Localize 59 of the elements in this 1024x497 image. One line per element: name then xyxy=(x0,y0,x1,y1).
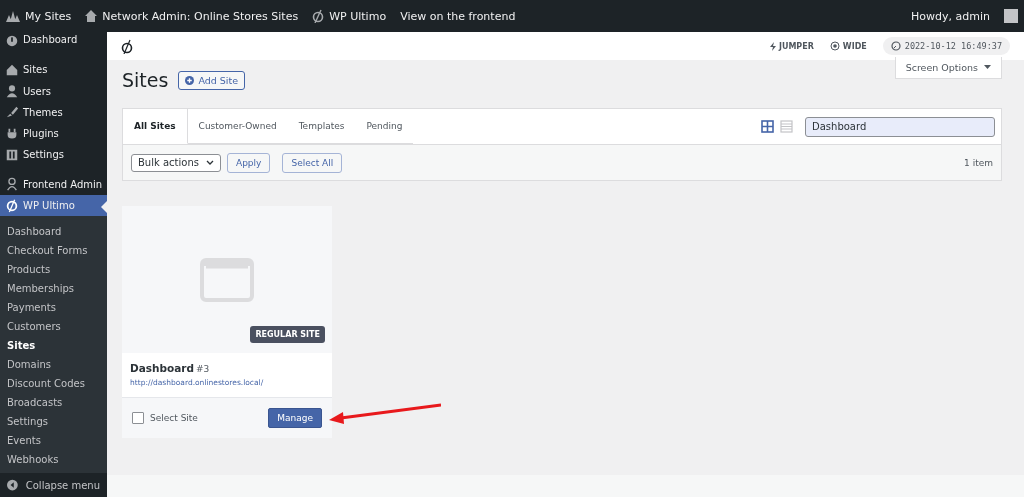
submenu-item[interactable]: Memberships xyxy=(0,279,107,298)
clock-icon xyxy=(890,41,901,51)
collapse-menu-button[interactable]: Collapse menu xyxy=(0,473,107,497)
caret-icon xyxy=(984,62,991,72)
sidebar-menu-item[interactable]: Themes xyxy=(0,101,107,123)
grid-view-icon[interactable] xyxy=(761,120,774,133)
list-view-icon[interactable] xyxy=(780,120,793,133)
select-all-button[interactable]: Select All xyxy=(282,152,343,173)
select-site-checkbox[interactable] xyxy=(132,412,144,424)
sidebar-menu-item[interactable]: Users xyxy=(0,80,107,102)
site-name: Dashboard #3 xyxy=(130,362,211,374)
screen-options-button[interactable]: Screen Options xyxy=(894,57,1002,79)
target-circle-icon xyxy=(829,41,840,51)
add-site-button[interactable]: Add Site xyxy=(178,70,246,90)
manage-button[interactable]: Manage xyxy=(268,408,322,428)
menu-icon xyxy=(5,176,19,193)
admin-bar-link[interactable]: My Sites xyxy=(6,9,72,23)
checkbox-label[interactable]: Select Site xyxy=(150,413,198,423)
browser-window-icon xyxy=(200,257,254,302)
slashed-circle-logo-icon[interactable] xyxy=(121,38,133,54)
sidebar-menu-item[interactable]: Plugins xyxy=(0,122,107,145)
submenu-item[interactable]: Checkout Forms xyxy=(0,241,107,260)
submenu-item[interactable]: Customers xyxy=(0,317,107,336)
item-count: 1 item xyxy=(964,157,993,168)
submenu-item[interactable]: Broadcasts xyxy=(0,393,107,412)
menu-icon xyxy=(5,83,19,99)
admin-bar-link[interactable]: Network Admin: Online Stores Sites xyxy=(85,9,299,23)
sidebar-menu-item[interactable]: Settings xyxy=(0,144,107,166)
chevron-down-icon xyxy=(206,159,214,166)
jumper-link[interactable]: JUMPER xyxy=(769,41,814,51)
home-icon xyxy=(85,10,98,22)
submenu-item[interactable]: Events xyxy=(0,431,107,450)
menu-icon xyxy=(5,197,19,214)
page-title: Sites xyxy=(122,69,169,91)
search-field[interactable]: Dashboard xyxy=(805,116,995,137)
clock-display: 2022-10-12 16:49:37 xyxy=(882,37,1010,55)
wide-toggle[interactable]: WIDE xyxy=(829,41,867,51)
greeting-text[interactable]: Howdy, admin xyxy=(911,9,990,23)
submenu-item[interactable]: Webhooks xyxy=(0,450,107,469)
sidebar-menu-item[interactable]: Dashboard xyxy=(0,28,107,52)
sidebar-menu-item[interactable]: Frontend Admin xyxy=(0,173,107,195)
submenu-item[interactable]: Sites xyxy=(0,336,107,355)
submenu-item[interactable]: Products xyxy=(0,260,107,279)
submenu-item[interactable]: Discount Codes xyxy=(0,374,107,393)
sidebar-menu-item[interactable]: WP Ultimo xyxy=(0,194,107,216)
plus-circle-icon xyxy=(185,75,195,85)
buildings-icon xyxy=(6,10,20,22)
lightning-icon xyxy=(769,41,776,51)
admin-bar-link[interactable]: View on the frontend xyxy=(400,9,516,23)
slashed-circle-logo-icon xyxy=(312,9,325,23)
submenu-item[interactable]: Dashboard xyxy=(0,222,107,241)
submenu-item[interactable]: Settings xyxy=(0,412,107,431)
apply-button[interactable]: Apply xyxy=(227,152,271,173)
site-type-badge: REGULAR SITE xyxy=(250,326,325,343)
sidebar-menu-item[interactable]: Sites xyxy=(0,59,107,81)
submenu-item[interactable]: Payments xyxy=(0,298,107,317)
admin-bar-link[interactable]: WP Ultimo xyxy=(312,9,387,23)
bulk-actions-dropdown[interactable]: Bulk actions xyxy=(131,153,221,172)
submenu-item[interactable]: Domains xyxy=(0,355,107,374)
